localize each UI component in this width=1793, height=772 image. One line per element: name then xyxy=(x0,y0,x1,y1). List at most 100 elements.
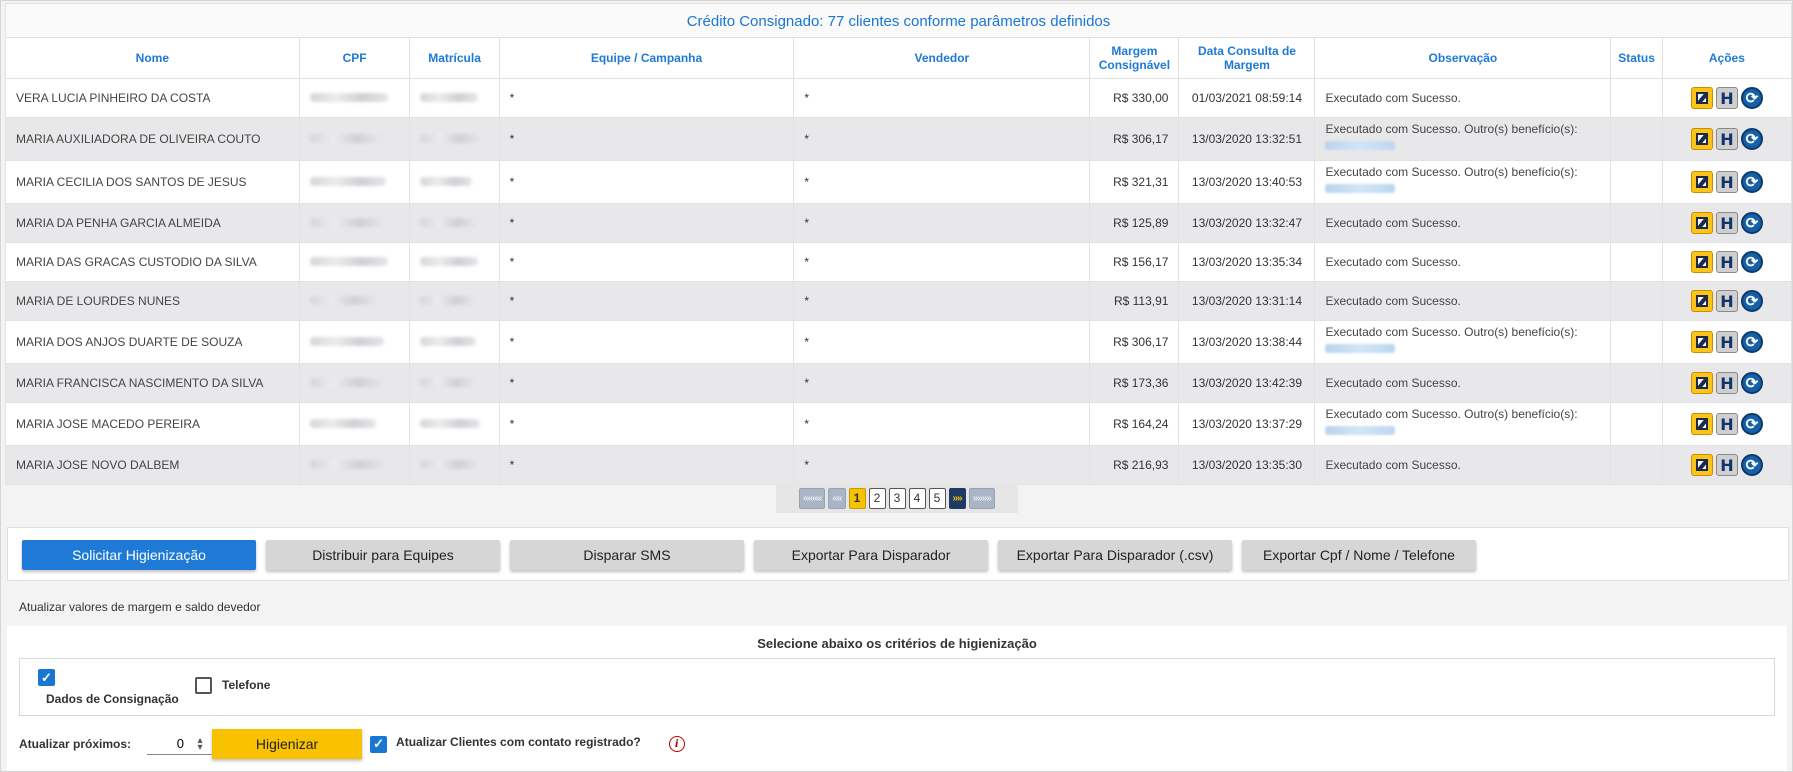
table-row[interactable]: MARIA FRANCISCA NASCIMENTO DA SILVA * * R$ … xyxy=(5,363,1793,403)
cell-matricula-redacted xyxy=(409,160,500,204)
table-row[interactable]: MARIA DE LOURDES NUNES * * R$ 113,91 13/03/2… xyxy=(5,281,1793,321)
edit-icon[interactable] xyxy=(1690,87,1713,109)
page-first-button[interactable]: «««« xyxy=(799,487,826,509)
page-5-button[interactable]: 5 xyxy=(928,487,946,509)
cell-equipe: * xyxy=(498,281,795,321)
history-h-icon[interactable]: H xyxy=(1715,290,1738,312)
refresh-icon[interactable]: ⟳ xyxy=(1740,251,1763,273)
history-h-icon[interactable]: H xyxy=(1715,413,1738,435)
beneficio-redacted xyxy=(1325,344,1396,353)
cell-cpf-redacted xyxy=(298,203,411,243)
cell-vendedor: * xyxy=(793,203,1091,243)
page-last-button[interactable]: »»»» xyxy=(968,487,995,509)
edit-icon[interactable] xyxy=(1690,171,1713,193)
table-row[interactable]: MARIA JOSE MACEDO PEREIRA * * R$ 164,24 13/0… xyxy=(5,402,1793,446)
col-equipe[interactable]: Equipe / Campanha xyxy=(498,37,795,79)
cell-margem: R$ 173,36 xyxy=(1089,363,1180,403)
cell-observacao: Executado com Sucesso. xyxy=(1314,363,1612,403)
refresh-icon[interactable]: ⟳ xyxy=(1740,212,1763,234)
cell-acoes: H ⟳ xyxy=(1661,242,1793,282)
col-matricula[interactable]: Matrícula xyxy=(409,37,500,79)
page-4-button[interactable]: 4 xyxy=(908,487,926,509)
atualizar-proximos-input[interactable] xyxy=(147,733,213,755)
cell-acoes: H ⟳ xyxy=(1661,281,1793,321)
solicitar-higienizacao-button[interactable]: Solicitar Higienização xyxy=(22,540,256,570)
refresh-icon[interactable]: ⟳ xyxy=(1740,290,1763,312)
page-title: Crédito Consignado: 77 clientes conforme… xyxy=(5,3,1792,38)
cell-matricula-redacted xyxy=(409,320,500,364)
cell-data: 13/03/2020 13:38:44 xyxy=(1178,320,1316,364)
history-h-icon[interactable]: H xyxy=(1715,331,1738,353)
contato-registrado-label: Atualizar Clientes com contato registrad… xyxy=(396,735,641,749)
col-status[interactable]: Status xyxy=(1610,37,1663,79)
cell-cpf-redacted xyxy=(298,242,411,282)
edit-icon[interactable] xyxy=(1690,251,1713,273)
cell-status xyxy=(1610,160,1663,204)
exportar-cpf-button[interactable]: Exportar Cpf / Nome / Telefone xyxy=(1242,540,1476,570)
table-row[interactable]: MARIA DAS GRACAS CUSTODIO DA SILVA * * R$ 1… xyxy=(5,242,1793,282)
distribuir-equipes-button[interactable]: Distribuir para Equipes xyxy=(266,540,500,570)
edit-icon[interactable] xyxy=(1690,454,1713,476)
observacao-text: Executado com Sucesso. xyxy=(1325,375,1461,390)
cell-vendedor: * xyxy=(793,445,1091,485)
cell-cpf-redacted xyxy=(298,402,411,446)
cell-status xyxy=(1610,363,1663,403)
table-row[interactable]: MARIA JOSE NOVO DALBEM * * R$ 216,93 13/03/2… xyxy=(5,445,1793,485)
table-row[interactable]: MARIA DA PENHA GARCIA ALMEIDA * * R$ 125,89… xyxy=(5,203,1793,243)
history-h-icon[interactable]: H xyxy=(1715,171,1738,193)
refresh-icon[interactable]: ⟳ xyxy=(1740,128,1763,150)
disparar-sms-button[interactable]: Disparar SMS xyxy=(510,540,744,570)
cell-cpf-redacted xyxy=(298,78,411,118)
exportar-disparador-csv-button[interactable]: Exportar Para Disparador (.csv) xyxy=(998,540,1232,570)
history-h-icon[interactable]: H xyxy=(1715,251,1738,273)
col-vendedor[interactable]: Vendedor xyxy=(793,37,1091,79)
edit-icon[interactable] xyxy=(1690,128,1713,150)
cell-matricula-redacted xyxy=(409,445,500,485)
telefone-checkbox[interactable] xyxy=(195,677,212,694)
higienizar-button[interactable]: Higienizar xyxy=(212,729,363,759)
edit-icon[interactable] xyxy=(1690,372,1713,394)
col-data[interactable]: Data Consulta de Margem xyxy=(1178,37,1316,79)
history-h-icon[interactable]: H xyxy=(1715,128,1738,150)
history-h-icon[interactable]: H xyxy=(1715,87,1738,109)
col-margem[interactable]: Margem Consignável xyxy=(1089,37,1180,79)
table-row[interactable]: VERA LUCIA PINHEIRO DA COSTA * * R$ 330,00 0… xyxy=(5,78,1793,118)
cell-nome: MARIA AUXILIADORA DE OLIVEIRA COUTO xyxy=(5,117,300,161)
page-next-button[interactable]: »» xyxy=(948,487,966,509)
refresh-icon[interactable]: ⟳ xyxy=(1740,331,1763,353)
page-2-button[interactable]: 2 xyxy=(868,487,886,509)
edit-icon[interactable] xyxy=(1690,212,1713,234)
table-header-row: Nome CPF Matrícula Equipe / Campanha Ven… xyxy=(5,37,1793,79)
cell-vendedor: * xyxy=(793,78,1091,118)
cell-nome: MARIA CECILIA DOS SANTOS DE JESUS xyxy=(5,160,300,204)
refresh-icon[interactable]: ⟳ xyxy=(1740,413,1763,435)
col-nome[interactable]: Nome xyxy=(5,37,300,79)
dados-consignacao-checkbox[interactable]: ✓ xyxy=(38,669,55,686)
exportar-disparador-button[interactable]: Exportar Para Disparador xyxy=(754,540,988,570)
page-3-button[interactable]: 3 xyxy=(888,487,906,509)
refresh-icon[interactable]: ⟳ xyxy=(1740,171,1763,193)
contato-registrado-checkbox[interactable]: ✓ xyxy=(370,735,388,753)
refresh-icon[interactable]: ⟳ xyxy=(1740,87,1763,109)
col-cpf[interactable]: CPF xyxy=(298,37,411,79)
col-obs[interactable]: Observação xyxy=(1314,37,1612,79)
refresh-icon[interactable]: ⟳ xyxy=(1740,372,1763,394)
edit-icon[interactable] xyxy=(1690,331,1713,353)
history-h-icon[interactable]: H xyxy=(1715,372,1738,394)
cell-vendedor: * xyxy=(793,160,1091,204)
info-icon[interactable]: i xyxy=(668,736,685,752)
beneficio-redacted xyxy=(1325,184,1396,193)
edit-icon[interactable] xyxy=(1690,290,1713,312)
cell-margem: R$ 164,24 xyxy=(1089,402,1180,446)
table-row[interactable]: MARIA DOS ANJOS DUARTE DE SOUZA * * R$ 306,… xyxy=(5,320,1793,364)
cell-vendedor: * xyxy=(793,117,1091,161)
table-row[interactable]: MARIA AUXILIADORA DE OLIVEIRA COUTO * * R$ … xyxy=(5,117,1793,161)
page-1-button[interactable]: 1 xyxy=(848,487,866,509)
refresh-icon[interactable]: ⟳ xyxy=(1740,454,1763,476)
edit-icon[interactable] xyxy=(1690,413,1713,435)
cell-cpf-redacted xyxy=(298,160,411,204)
page-prev-button[interactable]: «« xyxy=(828,487,846,509)
table-row[interactable]: MARIA CECILIA DOS SANTOS DE JESUS * * R$ 32… xyxy=(5,160,1793,204)
history-h-icon[interactable]: H xyxy=(1715,454,1738,476)
history-h-icon[interactable]: H xyxy=(1715,212,1738,234)
